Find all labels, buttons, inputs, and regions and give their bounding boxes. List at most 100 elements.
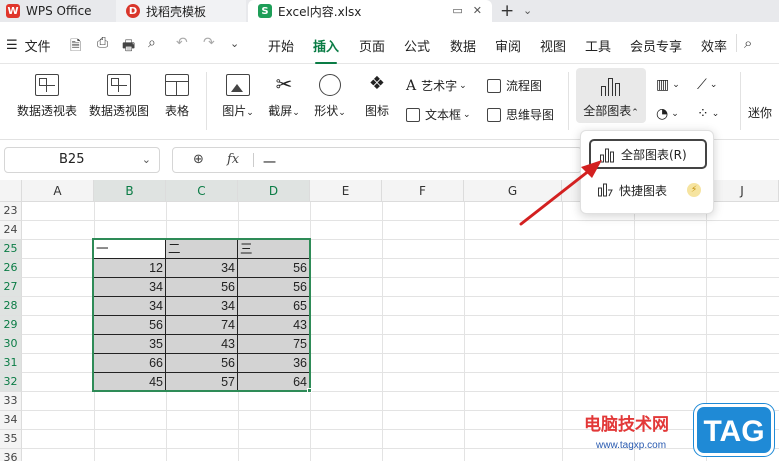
chevron-down-icon[interactable]: ⌄ xyxy=(142,148,151,172)
row-header[interactable]: 24 xyxy=(0,221,22,240)
quick-access-more-icon[interactable]: ⌄ xyxy=(230,37,239,50)
table-header-cell[interactable]: 二 xyxy=(166,240,238,259)
export-pdf-icon[interactable]: ⎙ xyxy=(97,35,108,51)
undo-icon[interactable]: ↶ xyxy=(176,35,188,51)
row-header[interactable]: 31 xyxy=(0,354,22,373)
table-cell[interactable]: 35 xyxy=(94,335,166,354)
row-header[interactable]: 25 xyxy=(0,240,22,259)
mind-map-button[interactable]: 思维导图 xyxy=(487,106,554,123)
wps-office-tab[interactable]: W WPS Office xyxy=(6,0,92,22)
column-header[interactable]: F xyxy=(382,180,464,202)
fill-handle[interactable] xyxy=(307,388,312,393)
column-header[interactable]: C xyxy=(166,180,238,202)
print-icon[interactable]: 🖶 xyxy=(122,35,135,59)
row-header[interactable]: 29 xyxy=(0,316,22,335)
flowchart-button[interactable]: 流程图 xyxy=(487,77,542,94)
table-header-cell[interactable]: 三 xyxy=(238,240,310,259)
table-cell[interactable]: 74 xyxy=(166,316,238,335)
row-header[interactable]: 27 xyxy=(0,278,22,297)
template-tab[interactable]: D 找稻壳模板 xyxy=(116,0,246,22)
table-cell[interactable]: 43 xyxy=(238,316,310,335)
row-header[interactable]: 33 xyxy=(0,392,22,411)
pivot-table-button[interactable]: 数据透视表 xyxy=(14,74,80,119)
shape-button[interactable]: 形状⌄ xyxy=(310,74,350,119)
table-cell[interactable]: 45 xyxy=(94,373,166,392)
line-chart-dropdown[interactable]: ⟋ ⌄ xyxy=(697,77,717,93)
tab-tools[interactable]: 工具 xyxy=(585,36,611,55)
column-header[interactable]: D xyxy=(238,180,310,202)
all-charts-button[interactable]: 全部图表⌃ xyxy=(576,68,646,123)
table-cell[interactable]: 75 xyxy=(238,335,310,354)
table-cell[interactable]: 34 xyxy=(94,278,166,297)
row-header[interactable]: 28 xyxy=(0,297,22,316)
column-header[interactable]: A xyxy=(22,180,94,202)
art-text-button[interactable]: A 艺术字 ⌄ xyxy=(406,77,467,94)
column-header[interactable]: G xyxy=(464,180,562,202)
chevron-down-icon[interactable]: ⌄ xyxy=(523,4,532,17)
tab-formula[interactable]: 公式 xyxy=(404,36,430,55)
screenshot-button[interactable]: ✂ 截屏⌄ xyxy=(264,74,304,119)
tab-insert[interactable]: 插入 xyxy=(313,36,339,64)
column-header[interactable]: B xyxy=(94,180,166,202)
table-cell[interactable]: 56 xyxy=(166,278,238,297)
excel-file-tab[interactable]: S Excel内容.xlsx ▭ ✕ xyxy=(248,0,492,22)
name-box[interactable]: B25 ⌄ xyxy=(4,147,160,173)
table-cell[interactable]: 56 xyxy=(166,354,238,373)
column-header[interactable]: J xyxy=(706,180,779,202)
row-header[interactable]: 32 xyxy=(0,373,22,392)
text-box-button[interactable]: 文本框 ⌄ xyxy=(406,106,471,123)
table-cell[interactable]: 56 xyxy=(238,259,310,278)
sparkline-button[interactable]: 迷你 xyxy=(748,104,779,121)
select-all-corner[interactable] xyxy=(0,180,22,202)
close-tab-icon[interactable]: ✕ xyxy=(473,4,482,17)
file-menu[interactable]: ☰ 文件 xyxy=(6,36,51,55)
zoom-icon[interactable]: ⊕ xyxy=(193,152,204,167)
table-cell[interactable]: 65 xyxy=(238,297,310,316)
table-button[interactable]: 表格 xyxy=(160,74,194,119)
table-cell[interactable]: 56 xyxy=(94,316,166,335)
pivot-chart-button[interactable]: 数据透视图 xyxy=(86,74,152,119)
table-cell[interactable]: 43 xyxy=(166,335,238,354)
picture-button[interactable]: 图片⌄ xyxy=(218,74,258,119)
table-cell[interactable]: 56 xyxy=(238,278,310,297)
quick-chart-menu-item[interactable]: 快捷图表 ⚡ xyxy=(589,175,707,205)
table-cell[interactable]: 36 xyxy=(238,354,310,373)
search-icon[interactable]: ⌕ xyxy=(744,34,752,52)
tab-page[interactable]: 页面 xyxy=(359,36,385,55)
table-cell[interactable]: 64 xyxy=(238,373,310,392)
formula-input[interactable]: ⊕ fx 一 xyxy=(172,147,582,173)
tab-efficiency[interactable]: 效率 xyxy=(701,36,727,55)
monitor-icon[interactable]: ▭ xyxy=(452,4,462,17)
row-header[interactable]: 26 xyxy=(0,259,22,278)
icon-button[interactable]: ❖ 图标 xyxy=(360,74,394,119)
table-cell[interactable]: 12 xyxy=(94,259,166,278)
table-cell[interactable]: 34 xyxy=(166,297,238,316)
scatter-chart-dropdown[interactable]: ⁘ ⌄ xyxy=(697,106,719,122)
row-header[interactable]: 30 xyxy=(0,335,22,354)
pie-chart-dropdown[interactable]: ◔ ⌄ xyxy=(656,106,679,122)
new-tab-button[interactable]: + xyxy=(500,1,514,21)
tab-data[interactable]: 数据 xyxy=(450,36,476,55)
row-header[interactable]: 36 xyxy=(0,449,22,461)
table-cell[interactable]: 34 xyxy=(94,297,166,316)
bar-chart-dropdown[interactable]: ▥ ⌄ xyxy=(656,77,680,93)
row-header[interactable]: 23 xyxy=(0,202,22,221)
fx-icon[interactable]: fx xyxy=(227,152,239,167)
row-header[interactable]: 35 xyxy=(0,430,22,449)
row-header[interactable]: 34 xyxy=(0,411,22,430)
column-header[interactable]: E xyxy=(310,180,382,202)
table-cell[interactable]: 34 xyxy=(166,259,238,278)
art-text-icon: A xyxy=(406,77,417,94)
all-charts-menu-item[interactable]: 全部图表(R) xyxy=(589,139,707,169)
tab-home[interactable]: 开始 xyxy=(268,36,294,55)
save-icon[interactable]: 🗎 xyxy=(70,35,81,59)
redo-icon[interactable]: ↷ xyxy=(203,35,215,51)
grid-line xyxy=(562,202,563,461)
tab-review[interactable]: 审阅 xyxy=(495,36,521,55)
table-cell[interactable]: 66 xyxy=(94,354,166,373)
print-preview-icon[interactable]: ⌕ xyxy=(148,35,156,51)
tab-member[interactable]: 会员专享 xyxy=(630,36,682,55)
table-header-cell[interactable]: 一 xyxy=(94,240,166,259)
tab-view[interactable]: 视图 xyxy=(540,36,566,55)
table-cell[interactable]: 57 xyxy=(166,373,238,392)
